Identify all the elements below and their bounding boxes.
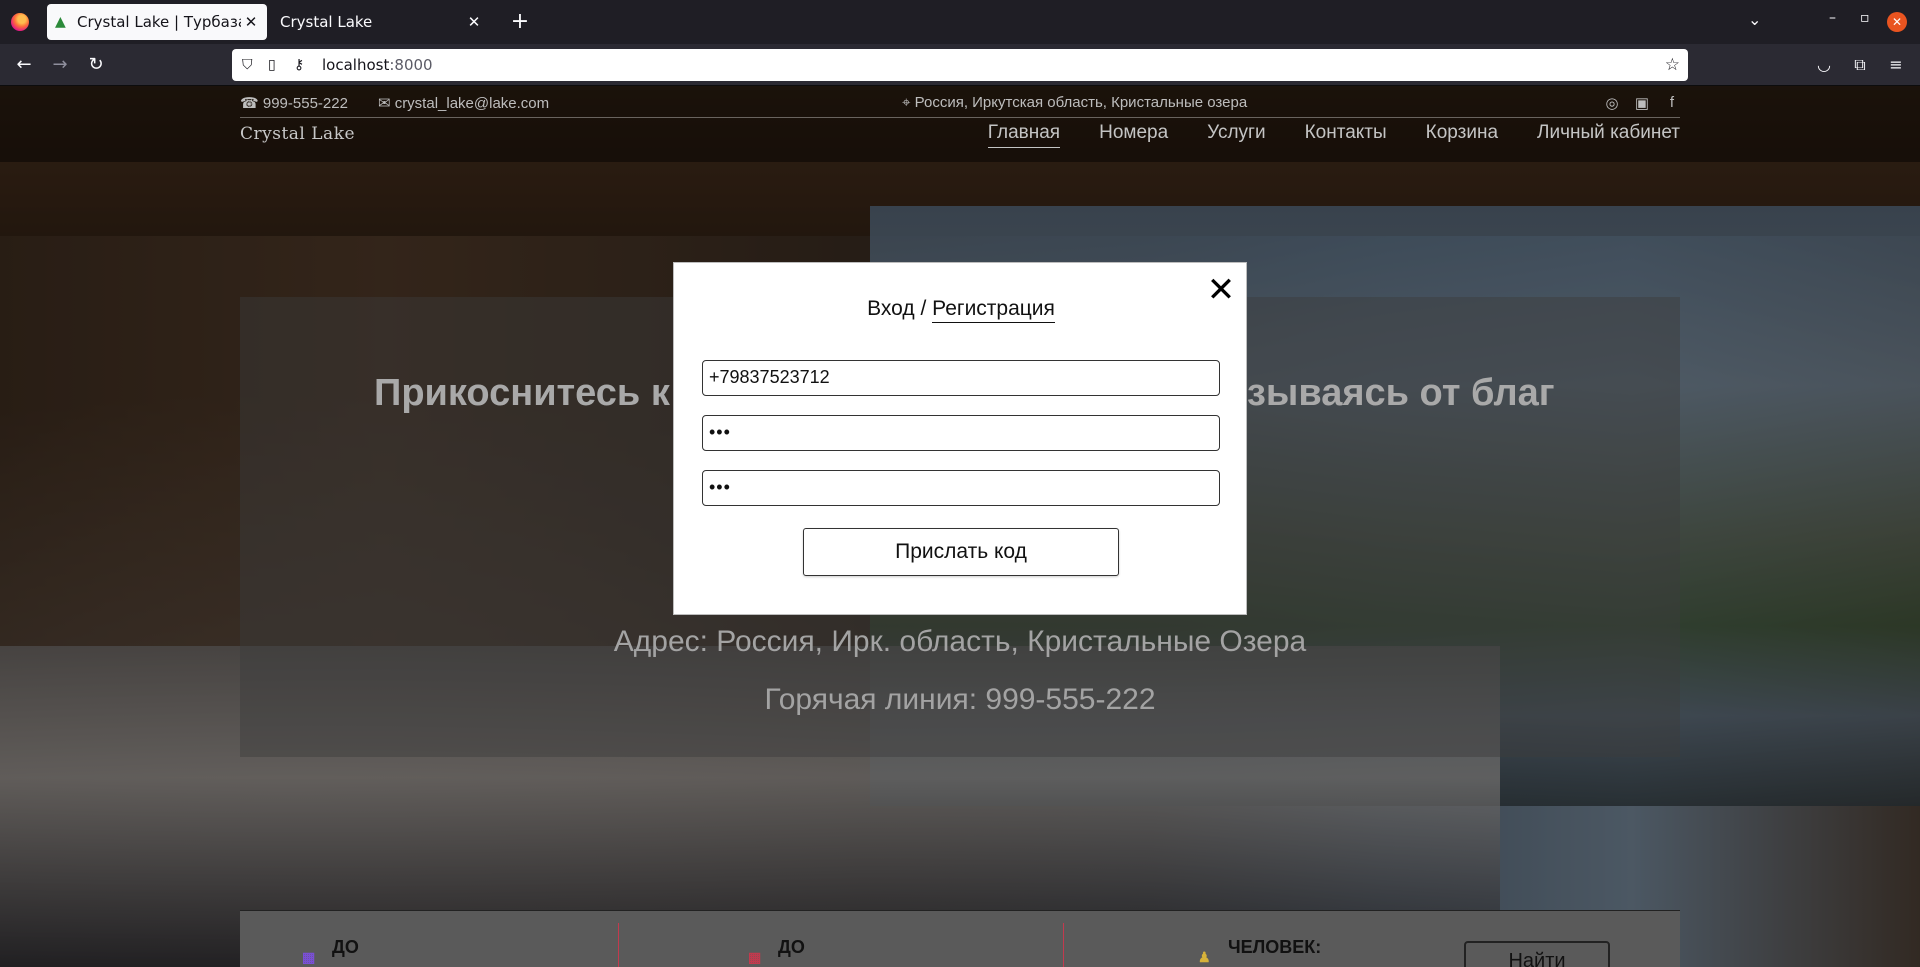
- key-icon[interactable]: ⚷: [294, 57, 310, 73]
- new-tab-icon[interactable]: +: [506, 8, 534, 36]
- close-tab-icon[interactable]: ✕: [464, 13, 484, 31]
- tab-crystal-lake-active[interactable]: ▲ Crystal Lake | Турбаза по ✕: [47, 4, 267, 40]
- firefox-logo-icon: [11, 13, 29, 31]
- nav-contacts[interactable]: Контакты: [1305, 122, 1387, 148]
- tree-favicon-icon: ▲: [55, 14, 66, 30]
- shield-icon[interactable]: ⛉: [242, 57, 258, 73]
- header-phone: ☎ 999-555-222: [240, 94, 348, 112]
- site-brand[interactable]: Crystal Lake: [240, 124, 355, 144]
- browser-navbar: ← → ↻ ⛉ ▯ ⚷ localhost:8000 ☆ ◡ ⧉ ≡: [0, 44, 1920, 86]
- password-field[interactable]: •••: [702, 415, 1220, 451]
- facebook-icon[interactable]: f: [1664, 94, 1680, 112]
- hero-hotline: Горячая линия: 999-555-222: [764, 683, 1156, 716]
- window-close-icon[interactable]: ✕: [1887, 12, 1907, 32]
- nav-rooms[interactable]: Номера: [1099, 122, 1168, 148]
- nav-cart[interactable]: Корзина: [1426, 122, 1498, 148]
- calendar-icon: ▦: [302, 949, 316, 965]
- booking-separator: [618, 923, 619, 967]
- booking-guests[interactable]: ♟ ЧЕЛОВЕК:: [1198, 929, 1321, 966]
- password-confirm-field[interactable]: •••: [702, 470, 1220, 506]
- auth-modal-header: Вход / Регистрация: [674, 297, 1248, 323]
- person-icon: ♟: [1198, 949, 1211, 965]
- contact-bar: ☎ 999-555-222 ✉ crystal_lake@lake.com ⌖ …: [240, 88, 1680, 118]
- url-bar[interactable]: ⛉ ▯ ⚷ localhost:8000 ☆: [232, 49, 1688, 81]
- social-links: ◎ ▣ f: [1604, 94, 1680, 112]
- tab-separator: /: [920, 297, 927, 320]
- phone-field[interactable]: +79837523712: [702, 360, 1220, 396]
- header-email: ✉ crystal_lake@lake.com: [377, 94, 550, 112]
- close-tab-icon[interactable]: ✕: [241, 13, 261, 31]
- nav-account[interactable]: Личный кабинет: [1537, 122, 1680, 148]
- tab-list-chevron-icon[interactable]: ⌄: [1748, 10, 1761, 29]
- tab-title: Crystal Lake | Турбаза по: [77, 13, 241, 31]
- page-icon: ▯: [268, 57, 276, 73]
- browser-tabbar: ▲ Crystal Lake | Турбаза по ✕ Crystal La…: [0, 0, 1920, 44]
- send-code-button[interactable]: Прислать код: [803, 528, 1119, 576]
- menu-icon[interactable]: ≡: [1884, 53, 1908, 77]
- hero-address: Адрес: Россия, Ирк. область, Кристальные…: [613, 625, 1307, 658]
- reload-icon[interactable]: ↻: [84, 53, 108, 77]
- pocket-icon[interactable]: ◡: [1812, 53, 1836, 77]
- find-button[interactable]: Найти: [1464, 941, 1610, 967]
- instagram-icon[interactable]: ◎: [1604, 94, 1620, 112]
- calendar-icon: ▦: [748, 949, 762, 965]
- extensions-icon[interactable]: ⧉: [1848, 53, 1872, 77]
- back-icon[interactable]: ←: [12, 53, 36, 77]
- tab-title: Crystal Lake: [280, 13, 373, 31]
- vk-icon[interactable]: ▣: [1634, 94, 1650, 112]
- tab-crystal-lake[interactable]: Crystal Lake ✕: [268, 4, 490, 40]
- booking-date-from[interactable]: ▦ ДО: [302, 929, 359, 966]
- forward-icon[interactable]: →: [48, 53, 72, 77]
- nav-home[interactable]: Главная: [987, 122, 1061, 148]
- page-viewport: ☎ 999-555-222 ✉ crystal_lake@lake.com ⌖ …: [0, 86, 1920, 967]
- auth-modal: ✕ Вход / Регистрация +79837523712 ••• ••…: [673, 262, 1247, 615]
- site-header: ☎ 999-555-222 ✉ crystal_lake@lake.com ⌖ …: [0, 86, 1920, 162]
- minimize-icon[interactable]: –: [1829, 10, 1836, 26]
- nav-services[interactable]: Услуги: [1207, 122, 1265, 148]
- register-tab[interactable]: Регистрация: [932, 297, 1055, 323]
- header-location: ⌖ Россия, Иркутская область, Кристальные…: [902, 94, 1248, 111]
- url-text: localhost:8000: [322, 56, 433, 74]
- login-tab[interactable]: Вход: [867, 297, 915, 320]
- booking-bar: ▦ ДО ▦ ДО ♟ ЧЕЛОВЕК: Найти: [240, 910, 1680, 967]
- booking-date-to[interactable]: ▦ ДО: [748, 929, 805, 966]
- restore-icon[interactable]: ▫: [1860, 10, 1870, 26]
- booking-separator: [1063, 923, 1064, 967]
- bookmark-star-icon[interactable]: ☆: [1665, 55, 1680, 75]
- main-nav: Главная Номера Услуги Контакты Корзина Л…: [987, 122, 1680, 148]
